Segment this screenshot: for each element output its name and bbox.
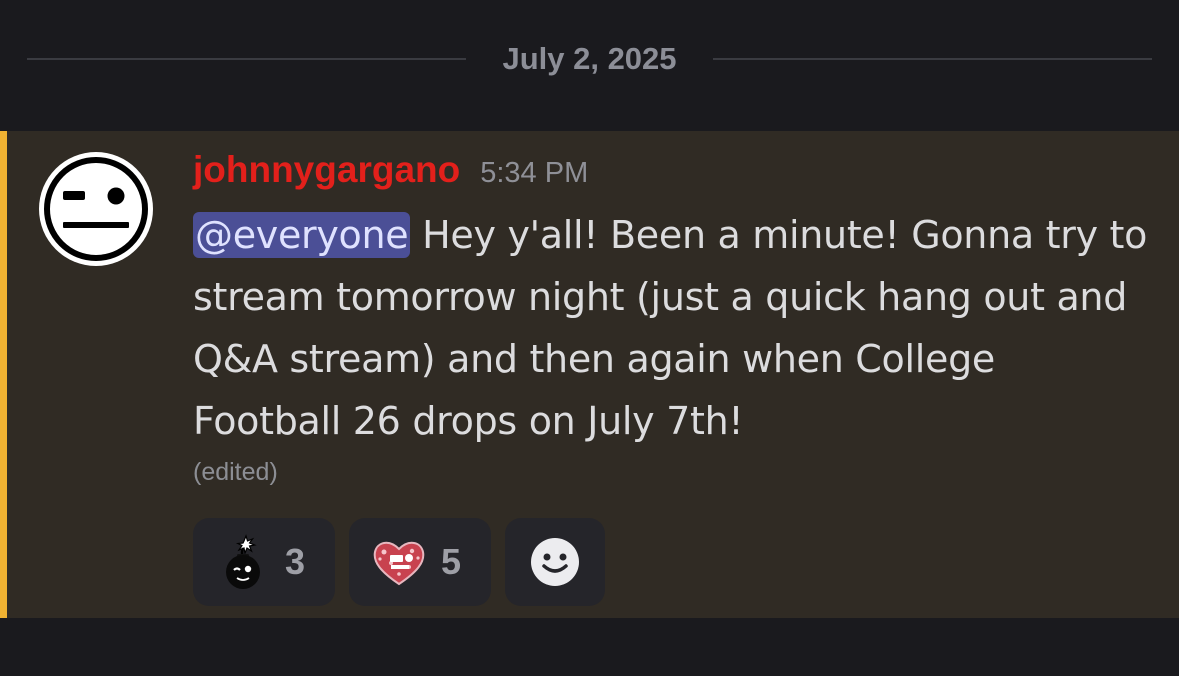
sparkly-heart-emoji-icon [373,541,425,586]
reaction-count: 3 [285,541,306,582]
message-content: @everyone Hey y'all! Been a minute! Gonn… [193,204,1153,452]
date-label: July 2, 2025 [502,41,677,76]
everyone-mention[interactable]: @everyone [193,212,411,258]
divider-line-left [27,58,466,60]
message-header: johnnygargano 5:34 PM [193,149,588,195]
edited-indicator: (edited) [193,458,278,486]
reaction-heart[interactable]: 5 [349,518,491,606]
add-reaction-button[interactable] [505,518,605,606]
date-divider: July 2, 2025 [0,0,1179,120]
bomb-emoji-icon [226,534,260,589]
message-item[interactable]: johnnygargano 5:34 PM @everyone Hey y'all… [0,131,1179,618]
neutral-face-avatar-icon[interactable] [36,149,156,269]
author-username[interactable]: johnnygargano [193,149,460,190]
mention-highlight-bar [0,131,7,618]
divider-line-right [713,58,1152,60]
message-timestamp[interactable]: 5:34 PM [480,157,588,189]
add-reaction-smiley-icon [531,538,579,586]
reaction-count: 5 [441,541,462,582]
reaction-bomb[interactable]: 3 [193,518,335,606]
